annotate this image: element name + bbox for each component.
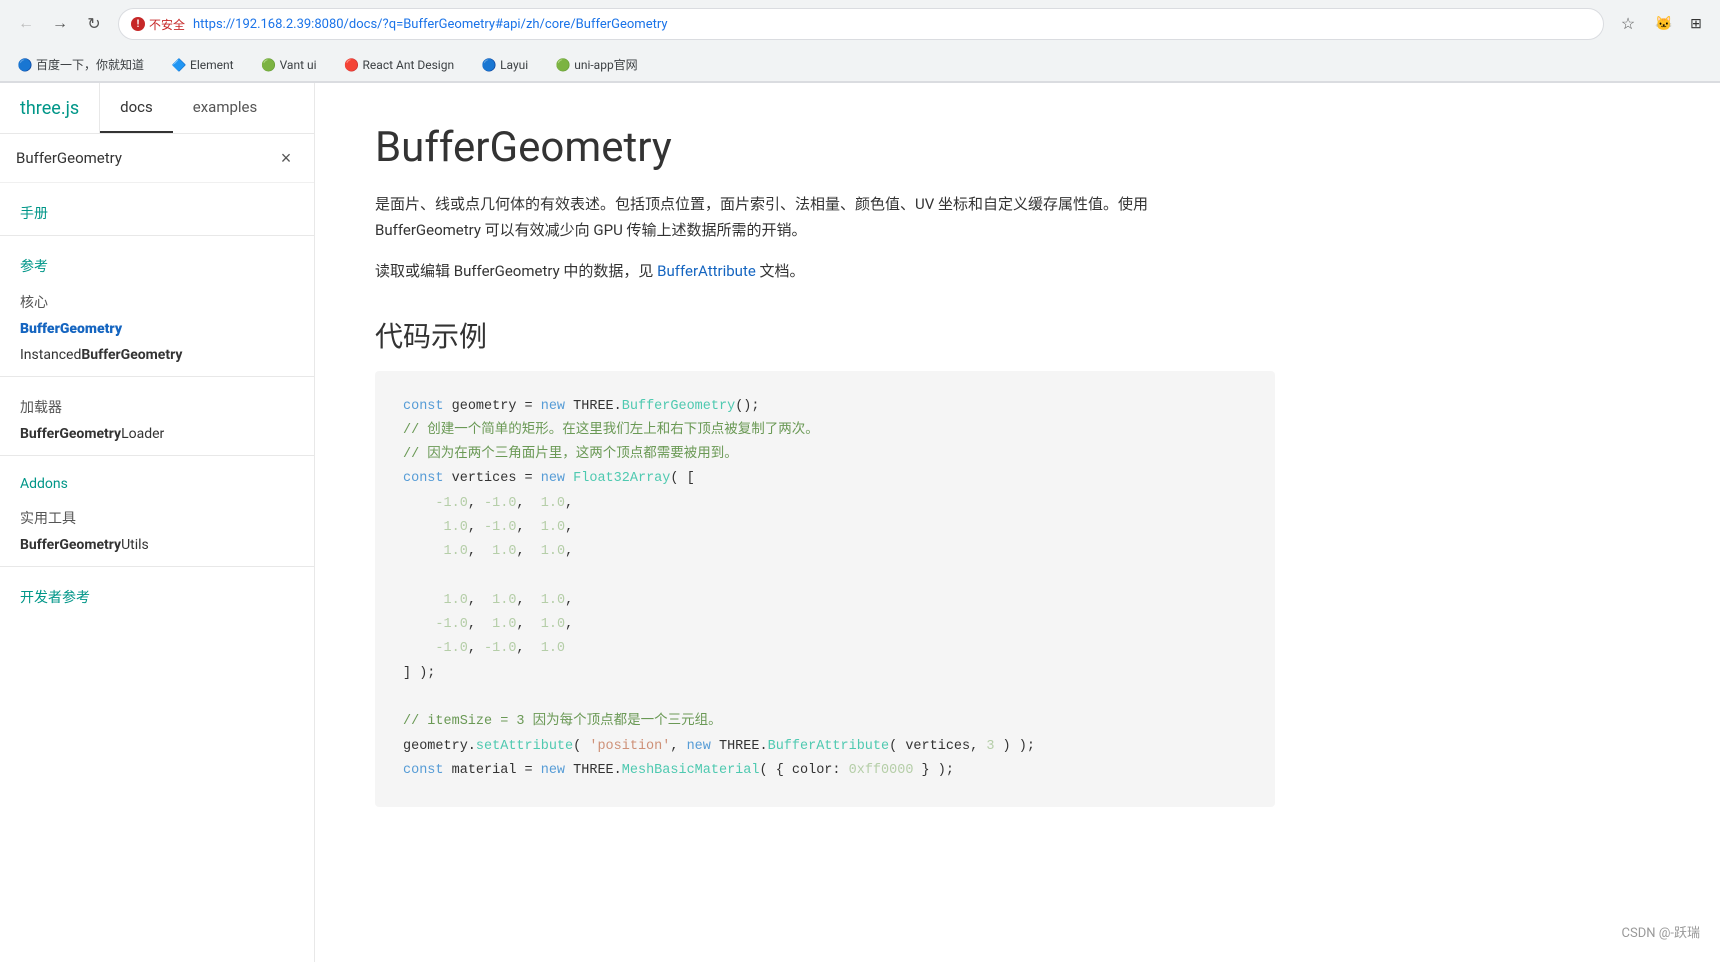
bookmark-react-ant[interactable]: 🔴 React Ant Design	[339, 56, 461, 74]
insecure-label: 不安全	[149, 16, 185, 33]
code-line-14: // itemSize = 3 因为每个顶点都是一个三元组。	[403, 710, 1247, 734]
bookmark-element[interactable]: 🔷 Element	[166, 56, 240, 74]
bookmark-uniapp[interactable]: 🟢 uni-app官网	[550, 54, 643, 75]
bookmark-baidu[interactable]: 🔵 百度一下，你就知道	[12, 54, 150, 75]
code-line-6: 1.0, -1.0, 1.0,	[403, 516, 1247, 540]
code-line-3: // 因为在两个三角面片里，这两个顶点都需要被用到。	[403, 443, 1247, 467]
sidebar-filter-title: BufferGeometry	[16, 149, 122, 167]
divider-4	[0, 566, 314, 567]
code-line-9: 1.0, 1.0, 1.0,	[403, 589, 1247, 613]
browser-chrome: ← → ↻ ! 不安全 https://192.168.2.39:8080/do…	[0, 0, 1720, 83]
bookmark-vant-label: Vant ui	[280, 58, 317, 72]
uniapp-icon: 🟢	[556, 58, 570, 72]
element-icon: 🔷	[172, 58, 186, 72]
divider-2	[0, 376, 314, 377]
page-title: BufferGeometry	[375, 123, 1660, 172]
address-bar[interactable]: ! 不安全 https://192.168.2.39:8080/docs/?q=…	[118, 8, 1604, 40]
vant-icon: 🟢	[262, 58, 276, 72]
react-ant-icon: 🔴	[345, 58, 359, 72]
divider-3	[0, 455, 314, 456]
code-line-7: 1.0, 1.0, 1.0,	[403, 540, 1247, 564]
layui-icon: 🔵	[482, 58, 496, 72]
bookmark-layui-label: Layui	[500, 58, 528, 72]
page-desc-1: 是面片、线或点几何体的有效表述。包括顶点位置，面片索引、法相量、颜色值、UV 坐…	[375, 192, 1195, 243]
nav-buttons: ← → ↻	[12, 10, 108, 38]
bookmark-baidu-label: 百度一下，你就知道	[36, 56, 144, 73]
code-line-8	[403, 565, 1247, 589]
sidebar-section-addons[interactable]: Addons	[0, 464, 314, 496]
sidebar-search-area: BufferGeometry ×	[0, 134, 314, 183]
code-line-13	[403, 686, 1247, 710]
back-button[interactable]: ←	[12, 10, 40, 38]
sidebar-item-buffer-geometry-loader[interactable]: BufferGeometryLoader	[0, 421, 314, 447]
desc2-suffix: 文档。	[760, 262, 805, 280]
insecure-icon: !	[131, 17, 145, 31]
close-filter-button[interactable]: ×	[274, 146, 298, 170]
forward-button[interactable]: →	[46, 10, 74, 38]
tab-docs[interactable]: docs	[100, 83, 173, 133]
code-line-11: -1.0, -1.0, 1.0	[403, 637, 1247, 661]
sidebar-item-buffer-geometry[interactable]: BufferGeometry	[0, 316, 314, 342]
refresh-button[interactable]: ↻	[80, 10, 108, 38]
sidebar-section-manual[interactable]: 手册	[0, 191, 314, 227]
browser-extensions: 🐱 ⊞	[1652, 12, 1708, 36]
sidebar-nav[interactable]: 手册 参考 核心 BufferGeometry InstancedBufferG…	[0, 183, 314, 962]
extension-cat-icon[interactable]: 🐱	[1652, 12, 1676, 36]
threejs-logo[interactable]: three.js	[0, 83, 100, 133]
code-line-10: -1.0, 1.0, 1.0,	[403, 613, 1247, 637]
extension-grid-icon[interactable]: ⊞	[1684, 12, 1708, 36]
tab-examples[interactable]: examples	[173, 83, 277, 133]
csdn-watermark: CSDN @-跃瑞	[1622, 922, 1700, 941]
code-line-4: const vertices = new Float32Array( [	[403, 467, 1247, 491]
sidebar-category-utils: 实用工具	[0, 496, 314, 532]
url-text: https://192.168.2.39:8080/docs/?q=Buffer…	[193, 17, 1591, 32]
code-line-12: ] );	[403, 662, 1247, 686]
sidebar-category-loaders: 加载器	[0, 385, 314, 421]
bookmark-vant[interactable]: 🟢 Vant ui	[256, 56, 323, 74]
bookmark-star-button[interactable]: ☆	[1614, 10, 1642, 38]
bookmark-element-label: Element	[190, 58, 234, 72]
main-content[interactable]: BufferGeometry 是面片、线或点几何体的有效表述。包括顶点位置，面片…	[315, 83, 1720, 962]
top-nav: three.js docs examples	[0, 83, 314, 134]
page-desc-2: 读取或编辑 BufferGeometry 中的数据，见 BufferAttrib…	[375, 259, 1195, 285]
divider-1	[0, 235, 314, 236]
code-line-1: const geometry = new THREE.BufferGeometr…	[403, 395, 1247, 419]
browser-toolbar: ← → ↻ ! 不安全 https://192.168.2.39:8080/do…	[0, 0, 1720, 48]
sidebar-category-core: 核心	[0, 280, 314, 316]
bookmark-layui[interactable]: 🔵 Layui	[476, 56, 534, 74]
insecure-badge: ! 不安全	[131, 16, 185, 33]
bookmark-uniapp-label: uni-app官网	[574, 56, 637, 73]
code-line-15: geometry.setAttribute( 'position', new T…	[403, 735, 1247, 759]
code-line-16: const material = new THREE.MeshBasicMate…	[403, 759, 1247, 783]
top-nav-tabs: docs examples	[100, 83, 277, 133]
baidu-icon: 🔵	[18, 58, 32, 72]
bookmarks-bar: 🔵 百度一下，你就知道 🔷 Element 🟢 Vant ui 🔴 React …	[0, 48, 1720, 82]
code-line-2: // 创建一个简单的矩形。在这里我们左上和右下顶点被复制了两次。	[403, 419, 1247, 443]
sidebar-item-instanced-buffer-geometry[interactable]: InstancedBufferGeometry	[0, 342, 314, 368]
desc2-prefix: 读取或编辑 BufferGeometry 中的数据，见	[375, 262, 653, 280]
bookmark-react-ant-label: React Ant Design	[363, 58, 455, 72]
section-title-code: 代码示例	[375, 315, 1660, 355]
sidebar: three.js docs examples BufferGeometry × …	[0, 83, 315, 962]
buffer-attribute-link[interactable]: BufferAttribute	[657, 262, 756, 280]
main-layout: three.js docs examples BufferGeometry × …	[0, 83, 1720, 962]
sidebar-item-buffer-geometry-utils[interactable]: BufferGeometryUtils	[0, 532, 314, 558]
code-line-5: -1.0, -1.0, 1.0,	[403, 492, 1247, 516]
sidebar-section-reference[interactable]: 参考	[0, 244, 314, 280]
code-block: const geometry = new THREE.BufferGeometr…	[375, 371, 1275, 808]
sidebar-section-dev[interactable]: 开发者参考	[0, 575, 314, 611]
